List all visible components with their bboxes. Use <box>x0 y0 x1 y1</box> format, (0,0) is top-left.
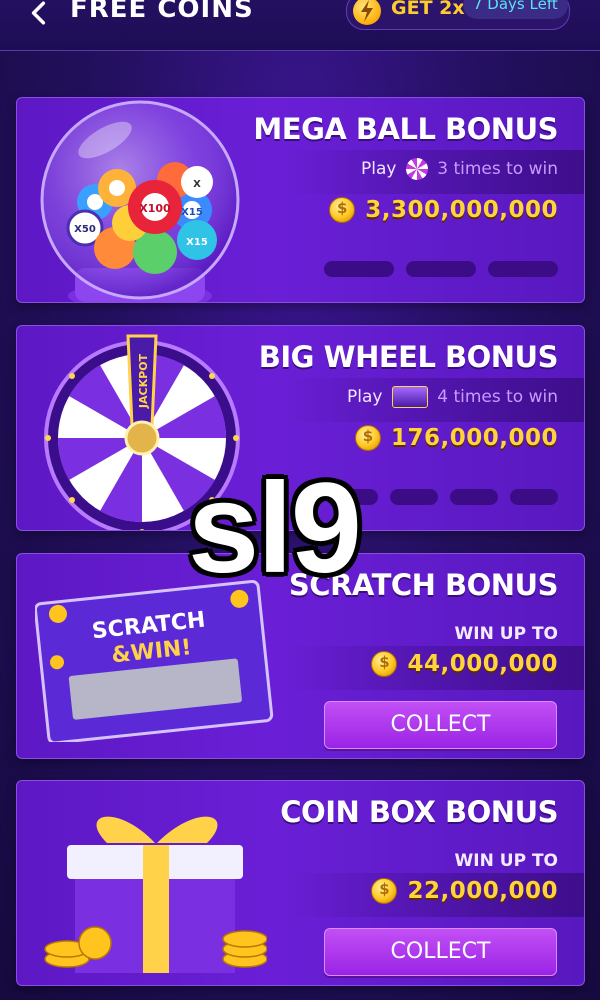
mega-ball-icon <box>405 158 428 180</box>
coin-icon <box>329 197 356 223</box>
watermark-overlay: sl9 <box>188 457 362 600</box>
win-up-to-label: WIN UP TO <box>454 851 558 871</box>
coin-box-collect-button[interactable]: COLLECT <box>324 928 557 976</box>
mega-ball-bonus-card[interactable]: X100 X15 X15 X50 X MEGA BALL BONUS Play … <box>16 97 585 303</box>
svg-text:X15: X15 <box>186 237 208 248</box>
progress-segment <box>450 489 498 505</box>
progress-segment <box>510 489 558 505</box>
amount-value: 22,000,000 <box>407 878 558 904</box>
play-requirement: Play 4 times to win <box>347 386 558 408</box>
play-label: Play <box>360 159 397 179</box>
boost-promo-button[interactable]: GET 2x 7 Days Left <box>346 0 570 30</box>
progress-segments <box>324 261 558 277</box>
reward-amount: 176,000,000 <box>354 422 558 454</box>
progress-segments <box>330 489 558 505</box>
win-up-to-label: WIN UP TO <box>454 624 558 644</box>
reward-amount: 22,000,000 <box>371 875 558 907</box>
progress-segment <box>406 261 476 277</box>
progress-segment <box>324 261 394 277</box>
back-button[interactable] <box>26 0 56 28</box>
reward-amount: 44,000,000 <box>371 648 558 680</box>
svg-text:X: X <box>193 179 201 190</box>
card-title: MEGA BALL BONUS <box>253 112 558 146</box>
card-title: COIN BOX BONUS <box>280 795 558 829</box>
lightning-icon <box>353 0 381 25</box>
reward-amount: 3,300,000,000 <box>329 194 558 226</box>
card-title: BIG WHEEL BONUS <box>258 340 559 374</box>
svg-text:X50: X50 <box>74 224 96 235</box>
progress-segment <box>488 261 558 277</box>
progress-segment <box>390 489 438 505</box>
amount-value: 3,300,000,000 <box>365 197 558 223</box>
times-to-win: 4 times to win <box>437 387 558 407</box>
amount-value: 176,000,000 <box>390 425 558 451</box>
boost-label: GET 2x <box>391 0 465 19</box>
top-bar: FREE COINS GET 2x 7 Days Left <box>0 0 600 51</box>
page-title: FREE COINS <box>70 0 254 24</box>
svg-text:JACKPOT: JACKPOT <box>137 353 150 409</box>
days-left-badge: 7 Days Left <box>463 0 568 19</box>
coin-box-bonus-card[interactable]: COIN BOX BONUS WIN UP TO 22,000,000 COLL… <box>16 780 585 986</box>
chevron-left-icon <box>31 1 46 25</box>
svg-text:X100: X100 <box>139 202 171 215</box>
play-requirement: Play 3 times to win <box>361 158 558 180</box>
slot-game-icon <box>391 386 428 408</box>
coin-icon <box>371 651 398 677</box>
amount-value: 44,000,000 <box>407 651 558 677</box>
scratch-collect-button[interactable]: COLLECT <box>324 701 557 749</box>
times-to-win: 3 times to win <box>437 159 558 179</box>
coin-icon <box>371 878 398 904</box>
gift-box-illustration <box>44 816 267 973</box>
coin-icon <box>354 425 381 451</box>
svg-text:X15: X15 <box>181 207 203 218</box>
play-label: Play <box>346 387 383 407</box>
mega-ball-globe-illustration: X100 X15 X15 X50 X <box>40 100 240 302</box>
